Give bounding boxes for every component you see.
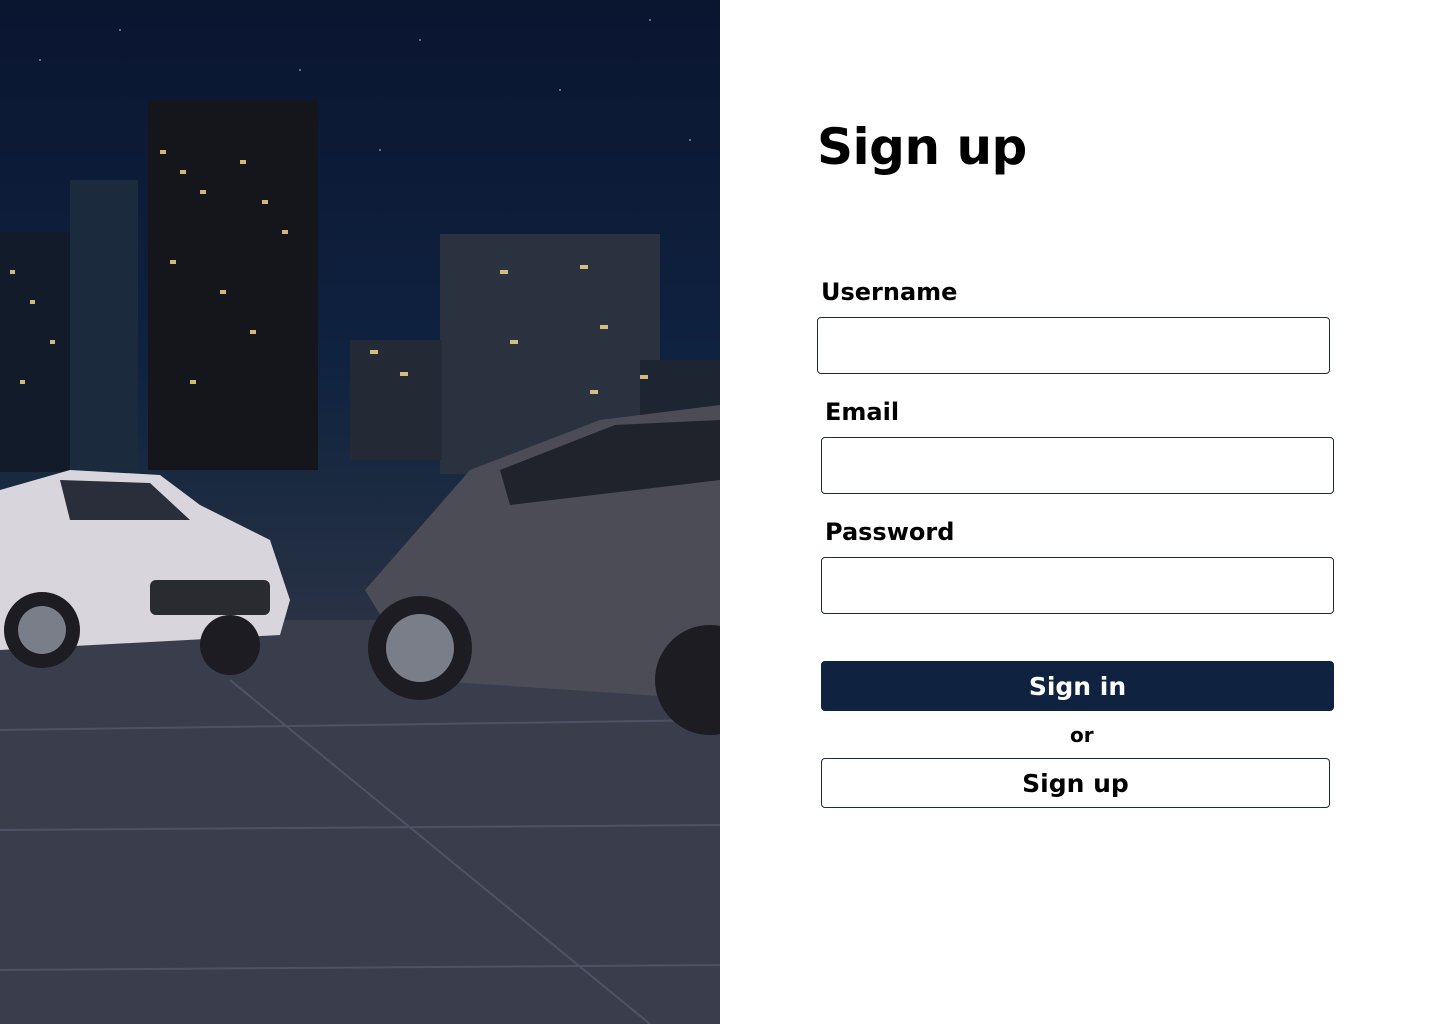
- or-divider-text: or: [1070, 723, 1094, 747]
- sign-up-button[interactable]: Sign up: [821, 758, 1330, 808]
- skyline: [0, 100, 720, 474]
- hero-image: [0, 0, 720, 1024]
- hero-illustration: [0, 19, 720, 1024]
- stars: [39, 19, 691, 151]
- username-input[interactable]: [817, 317, 1330, 374]
- password-input[interactable]: [821, 557, 1334, 614]
- username-label: Username: [821, 278, 958, 306]
- email-label: Email: [825, 398, 900, 426]
- signup-panel: Sign up Username Email Password Sign in …: [720, 0, 1440, 1024]
- email-input[interactable]: [821, 437, 1334, 494]
- sign-in-button[interactable]: Sign in: [821, 661, 1334, 711]
- page-title: Sign up: [817, 118, 1027, 176]
- password-label: Password: [825, 518, 955, 546]
